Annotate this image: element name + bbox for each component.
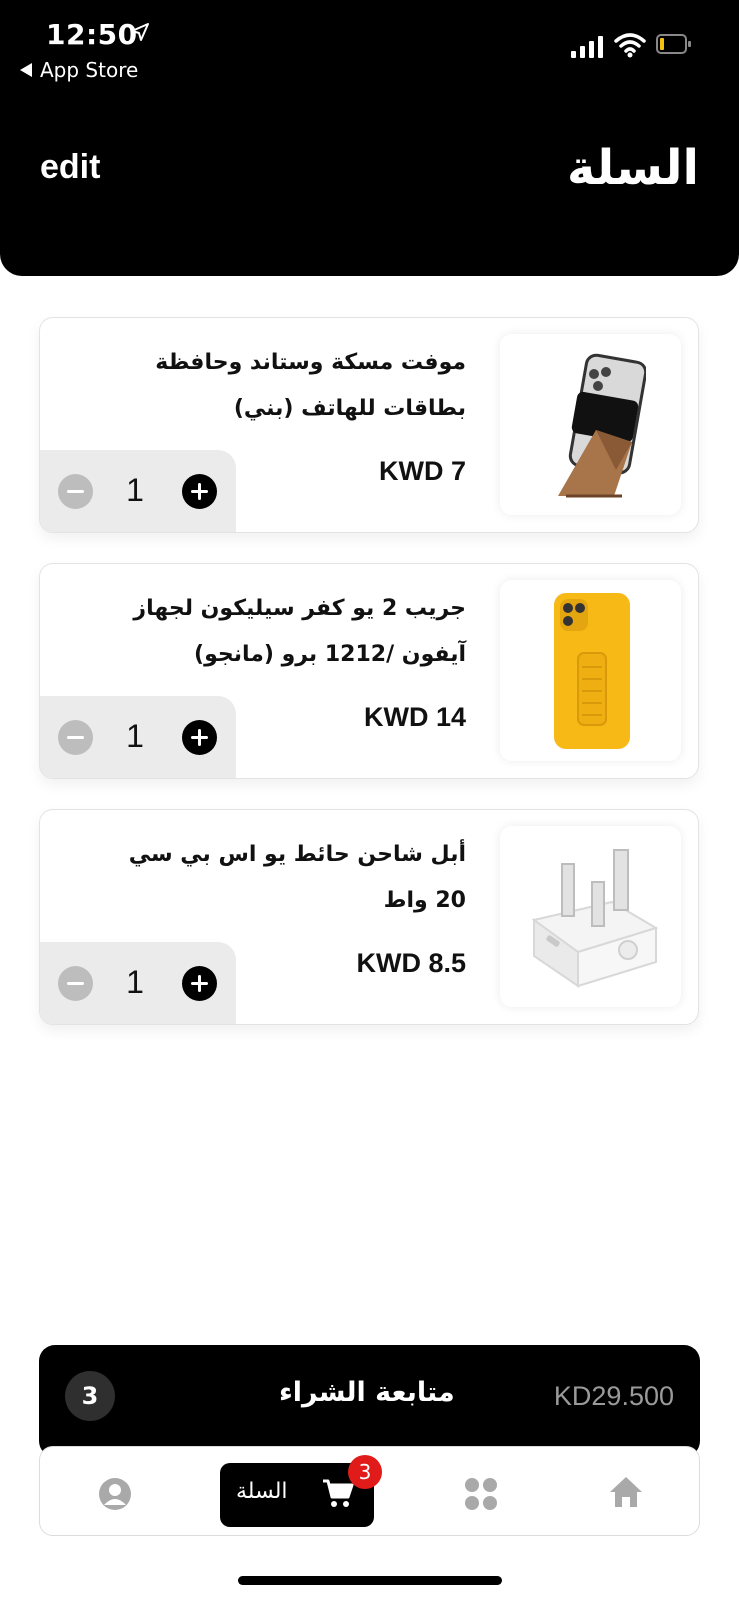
quantity-stepper: 1: [40, 696, 236, 778]
plus-icon[interactable]: [182, 720, 217, 755]
product-price: KWD 14: [363, 702, 466, 732]
cart-total: KD29.500: [553, 1381, 674, 1411]
header: 12:50 App Store edit السلة: [0, 0, 739, 276]
product-name[interactable]: موفت مسكة وستاند وحافظة بطاقات للهاتف (ب…: [106, 340, 466, 432]
home-icon[interactable]: [608, 1475, 644, 1509]
cart-item: جريب 2 يو كفر سيليكون لجهاز آيفون /1212 …: [39, 563, 699, 779]
minus-icon[interactable]: [58, 966, 93, 1001]
profile-icon[interactable]: [98, 1477, 132, 1511]
usb-c-charger-image: [531, 848, 658, 988]
plus-icon[interactable]: [182, 474, 217, 509]
battery-icon: [656, 34, 691, 54]
cart-badge: 3: [348, 1455, 382, 1489]
edit-button[interactable]: edit: [40, 148, 100, 187]
product-image[interactable]: [500, 826, 681, 1007]
checkout-button[interactable]: 3 متابعة الشراء KD29.500: [39, 1345, 700, 1457]
tab-cart-label: السلة: [236, 1479, 288, 1504]
quantity-stepper: 1: [40, 942, 236, 1024]
status-time: 12:50: [46, 18, 138, 51]
back-app-label: App Store: [40, 58, 139, 82]
product-image[interactable]: [500, 580, 681, 761]
signal-icon: [571, 36, 603, 58]
minus-icon[interactable]: [58, 720, 93, 755]
back-triangle-icon: [20, 63, 32, 77]
categories-icon[interactable]: [464, 1477, 498, 1511]
wifi-icon: [614, 33, 646, 58]
product-price: KWD 7: [379, 456, 466, 486]
back-to-app-store[interactable]: App Store: [20, 58, 138, 82]
product-name[interactable]: أبل شاحن حائط يو اس بي سي 20 واط: [106, 832, 466, 924]
product-image[interactable]: [500, 334, 681, 515]
checkout-label: متابعة الشراء: [279, 1377, 455, 1408]
home-indicator[interactable]: [238, 1576, 502, 1585]
item-count-badge: 3: [65, 1371, 115, 1421]
quantity-value: 1: [126, 472, 144, 508]
cart-item: أبل شاحن حائط يو اس بي سي 20 واط KWD 8.5…: [39, 809, 699, 1025]
phone-stand-wallet-image: [557, 353, 646, 497]
page-title: السلة: [566, 140, 699, 196]
cart-icon: [323, 1479, 354, 1507]
cart-item: موفت مسكة وستاند وحافظة بطاقات للهاتف (ب…: [39, 317, 699, 533]
location-arrow-icon: [131, 23, 149, 41]
product-price: KWD 8.5: [356, 948, 466, 978]
quantity-value: 1: [126, 718, 144, 754]
product-name[interactable]: جريب 2 يو كفر سيليكون لجهاز آيفون /1212 …: [106, 586, 466, 678]
yellow-phone-case-image: [553, 592, 630, 749]
minus-icon[interactable]: [58, 474, 93, 509]
tab-bar: السلة 3: [39, 1446, 700, 1536]
quantity-stepper: 1: [40, 450, 236, 532]
plus-icon[interactable]: [182, 966, 217, 1001]
quantity-value: 1: [126, 964, 144, 1000]
tab-cart[interactable]: السلة 3: [220, 1455, 382, 1527]
